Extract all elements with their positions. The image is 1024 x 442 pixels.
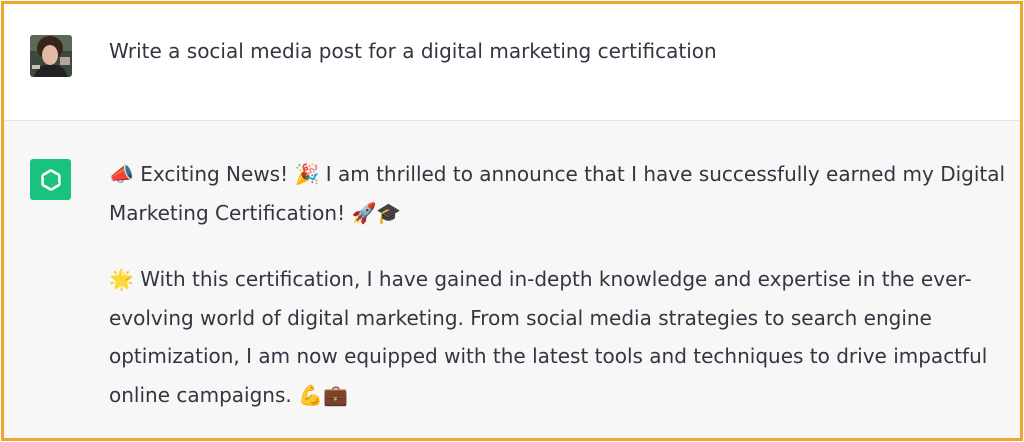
chatgpt-logo-icon bbox=[30, 159, 71, 200]
message-line: optimization, I am now equipped with the… bbox=[109, 344, 988, 368]
user-message-text: Write a social media post for a digital … bbox=[109, 39, 717, 63]
user-avatar bbox=[30, 35, 72, 77]
chat-frame: Write a social media post for a digital … bbox=[1, 1, 1023, 441]
message-line: 📣 Exciting News! 🎉 I am thrilled to anno… bbox=[109, 162, 1006, 186]
assistant-message-text: 📣 Exciting News! 🎉 I am thrilled to anno… bbox=[109, 155, 1006, 438]
assistant-paragraph: 📣 Exciting News! 🎉 I am thrilled to anno… bbox=[109, 155, 1006, 232]
assistant-paragraph: 🌟 With this certification, I have gained… bbox=[109, 260, 994, 414]
assistant-message-row: 📣 Exciting News! 🎉 I am thrilled to anno… bbox=[4, 121, 1020, 438]
message-line: evolving world of digital marketing. Fro… bbox=[109, 305, 932, 330]
message-line: Marketing Certification! 🚀🎓 bbox=[109, 200, 402, 225]
message-line: 🌟 With this certification, I have gained… bbox=[109, 267, 972, 291]
user-message-row: Write a social media post for a digital … bbox=[4, 4, 1020, 120]
message-line: online campaigns. 💪💼 bbox=[109, 382, 348, 407]
